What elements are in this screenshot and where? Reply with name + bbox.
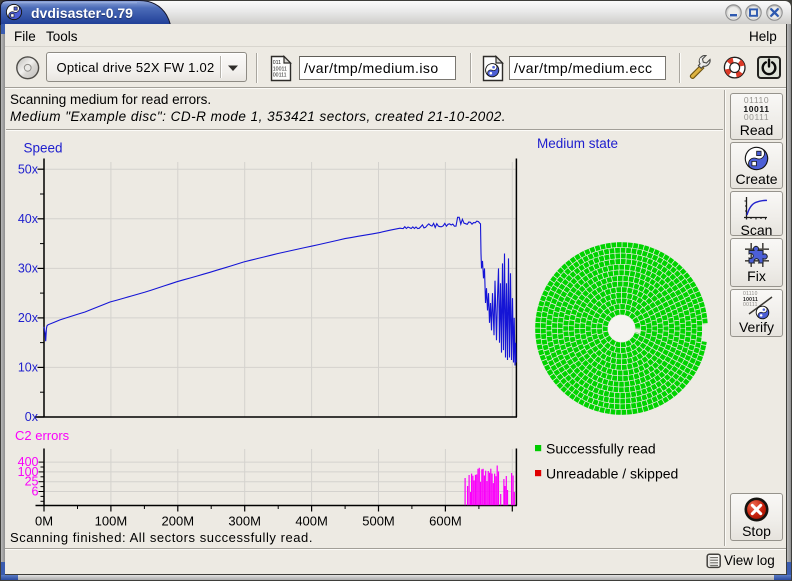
svg-text:50x: 50x (18, 162, 39, 176)
svg-text:Speed: Speed (24, 141, 63, 156)
svg-text:600M: 600M (429, 514, 462, 529)
svg-text:6: 6 (32, 485, 39, 499)
svg-text:100M: 100M (95, 514, 128, 529)
svg-text:0M: 0M (35, 514, 53, 529)
svg-text:20x: 20x (18, 311, 39, 325)
svg-text:30x: 30x (18, 262, 39, 276)
svg-text:200M: 200M (162, 514, 195, 529)
svg-text:40x: 40x (18, 212, 39, 226)
svg-text:10x: 10x (18, 361, 39, 375)
svg-text:Successfully read: Successfully read (546, 441, 656, 457)
svg-text:300M: 300M (228, 514, 261, 529)
svg-text:C2 errors: C2 errors (15, 428, 70, 443)
svg-text:Medium state: Medium state (537, 136, 618, 151)
svg-text:500M: 500M (362, 514, 395, 529)
svg-text:Unreadable / skipped: Unreadable / skipped (546, 466, 678, 482)
svg-text:400M: 400M (295, 514, 328, 529)
